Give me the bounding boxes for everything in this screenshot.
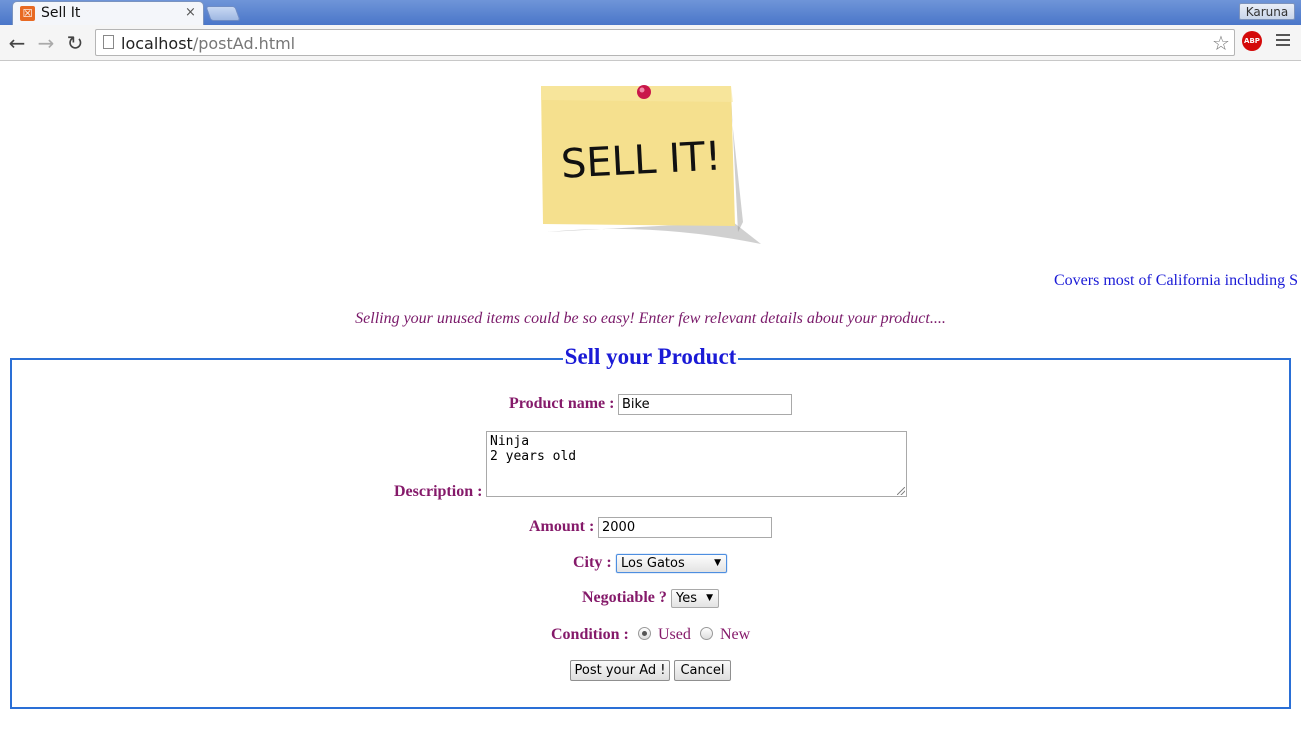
- negotiable-select-value: Yes: [676, 591, 697, 606]
- city-label: City :: [573, 554, 612, 571]
- chrome-menu-icon[interactable]: [1276, 31, 1290, 51]
- xampp-favicon-icon: ☒: [20, 6, 35, 21]
- reload-icon[interactable]: ↻: [64, 32, 86, 54]
- amount-label: Amount :: [529, 518, 595, 535]
- adblock-icon[interactable]: ABP: [1242, 31, 1262, 51]
- url-host: localhost: [121, 34, 193, 53]
- description-text: Ninja 2 years old: [490, 434, 577, 464]
- condition-used-label: Used: [658, 626, 691, 643]
- product-name-label: Product name :: [509, 395, 615, 412]
- coverage-marquee: Covers most of California including S: [1054, 272, 1298, 289]
- negotiable-label: Negotiable ?: [582, 589, 667, 606]
- city-select[interactable]: Los Gatos ▼: [616, 554, 727, 573]
- condition-label: Condition :: [551, 626, 629, 643]
- condition-new-radio[interactable]: [700, 627, 713, 640]
- cancel-button[interactable]: Cancel: [674, 660, 731, 681]
- tagline: Selling your unused items could be so ea…: [355, 310, 946, 327]
- address-bar[interactable]: localhost/postAd.html ☆: [95, 29, 1235, 56]
- logo-text: SELL IT!: [560, 133, 722, 187]
- condition-used-radio[interactable]: [638, 627, 651, 640]
- url-path: /postAd.html: [192, 34, 296, 53]
- url-text: localhost/postAd.html: [121, 34, 295, 53]
- browser-titlebar: ☒ Sell It × Karuna: [0, 0, 1301, 25]
- description-label: Description :: [394, 483, 483, 500]
- description-textarea[interactable]: Ninja 2 years old: [486, 431, 907, 497]
- back-icon[interactable]: ←: [6, 32, 28, 54]
- profile-button[interactable]: Karuna: [1239, 3, 1295, 20]
- legend-text: Sell your Product: [562, 344, 739, 369]
- dropdown-arrow-icon: ▼: [706, 593, 713, 603]
- resize-grip-icon[interactable]: [897, 487, 905, 495]
- tab-title: Sell It: [41, 5, 81, 21]
- new-tab-button[interactable]: [205, 6, 241, 21]
- dropdown-arrow-icon: ▼: [714, 558, 721, 568]
- sell-it-logo: SELL IT!: [541, 85, 761, 244]
- fieldset-legend: Sell your Product: [0, 344, 1301, 370]
- product-name-input[interactable]: Bike: [618, 394, 792, 415]
- bookmark-star-icon[interactable]: ☆: [1212, 31, 1230, 55]
- browser-toolbar: ← → ↻ localhost/postAd.html ☆ ABP: [0, 25, 1301, 61]
- page-icon: [103, 35, 114, 49]
- negotiable-select[interactable]: Yes ▼: [671, 589, 719, 608]
- tab-close-icon[interactable]: ×: [185, 5, 196, 20]
- post-ad-button[interactable]: Post your Ad !: [570, 660, 670, 681]
- amount-input[interactable]: 2000: [598, 517, 772, 538]
- forward-icon[interactable]: →: [35, 32, 57, 54]
- city-select-value: Los Gatos: [621, 556, 685, 571]
- condition-new-label: New: [720, 626, 751, 643]
- tab-sell-it[interactable]: ☒ Sell It ×: [12, 1, 204, 25]
